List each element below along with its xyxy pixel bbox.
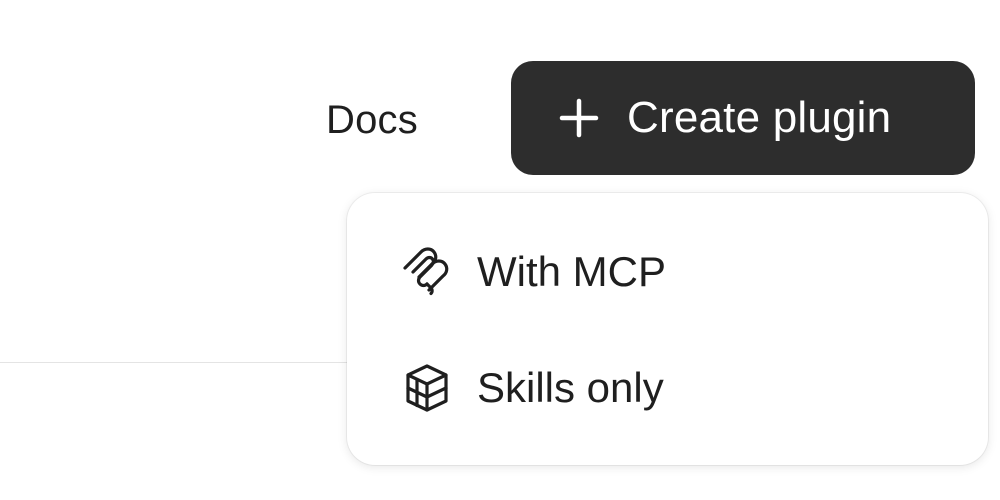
create-plugin-button[interactable]: Create plugin — [511, 61, 975, 175]
divider — [0, 362, 380, 363]
menu-item-skills-only-label: Skills only — [477, 364, 664, 411]
create-plugin-menu: With MCP Skills only — [347, 193, 988, 465]
menu-item-with-mcp[interactable]: With MCP — [347, 227, 988, 317]
cube-icon — [401, 362, 453, 414]
plus-icon — [559, 98, 599, 138]
mcp-icon — [401, 246, 453, 298]
create-plugin-label: Create plugin — [627, 93, 892, 142]
menu-item-skills-only[interactable]: Skills only — [347, 343, 988, 433]
menu-item-with-mcp-label: With MCP — [477, 248, 666, 295]
page: Docs Create plugin With MCP Skills only — [0, 0, 1000, 500]
docs-link[interactable]: Docs — [326, 96, 418, 144]
